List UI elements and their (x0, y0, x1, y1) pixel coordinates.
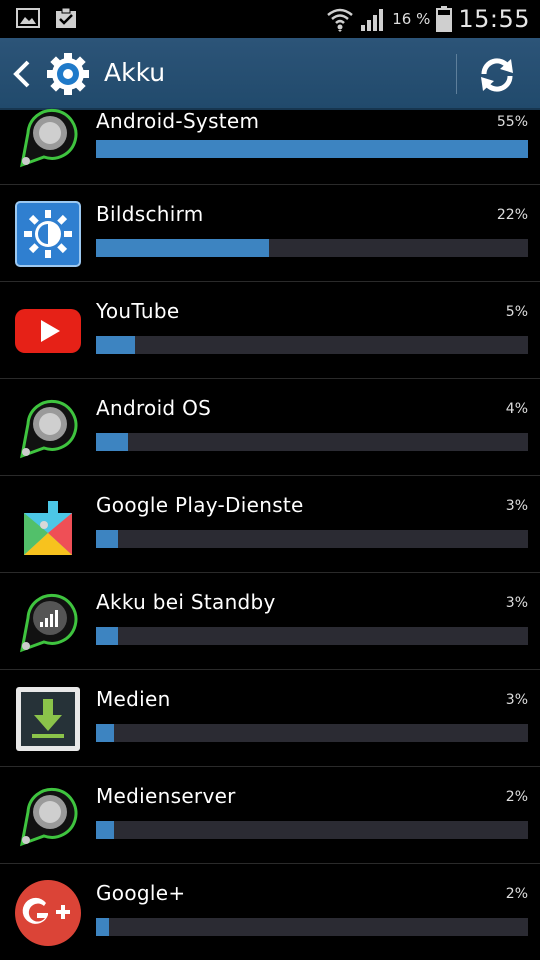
page-title: Akku (104, 58, 166, 87)
list-item[interactable]: Medienserver 2% (0, 767, 540, 864)
list-item[interactable]: Medien 3% (0, 670, 540, 767)
clipboard-check-icon (56, 7, 76, 28)
app-name: Bildschirm (96, 202, 204, 226)
usage-bar (96, 336, 528, 354)
status-bar: 16 % 15:55 (0, 0, 540, 38)
app-percent: 2% (505, 886, 528, 902)
app-percent: 3% (505, 498, 528, 514)
android-system-icon (20, 108, 78, 168)
app-percent: 55% (496, 114, 528, 130)
app-name: Google Play-Dienste (96, 493, 304, 517)
brightness-icon (15, 201, 81, 267)
list-item[interactable]: Android OS 4% (0, 379, 540, 476)
app-percent: 2% (505, 789, 528, 805)
app-name: Android OS (96, 396, 212, 420)
app-percent: 4% (505, 401, 528, 417)
usage-bar-fill (96, 627, 119, 645)
usage-bar-fill (96, 433, 128, 451)
usage-bar-fill (96, 140, 528, 158)
app-name: Android-System (96, 109, 260, 133)
back-chevron-icon[interactable] (8, 58, 36, 90)
list-item[interactable]: Akku bei Standby 3% (0, 573, 540, 670)
usage-bar (96, 821, 528, 839)
google-plus-icon (15, 880, 81, 946)
list-item[interactable]: Google+ 2% (0, 864, 540, 960)
signal-icon (361, 9, 384, 31)
usage-bar-fill (96, 724, 115, 742)
app-name: Akku bei Standby (96, 590, 276, 614)
usage-bar-fill (96, 821, 115, 839)
usage-bar (96, 140, 528, 158)
android-os-icon (20, 399, 78, 459)
wifi-icon (327, 8, 354, 32)
list-item[interactable]: Android-System 55% (0, 108, 540, 185)
usage-bar-fill (96, 239, 269, 257)
download-icon (16, 687, 80, 751)
app-name: Medienserver (96, 784, 236, 808)
battery-usage-list: Android-System 55% Bildschirm 22% YouTub… (0, 108, 540, 960)
usage-bar (96, 239, 528, 257)
action-bar: Akku (0, 38, 540, 110)
media-server-icon (20, 787, 78, 847)
usage-bar (96, 530, 528, 548)
youtube-icon (15, 309, 81, 353)
app-name: YouTube (96, 299, 180, 323)
google-play-services-icon (24, 501, 72, 555)
refresh-icon[interactable] (476, 54, 518, 96)
app-name: Google+ (96, 881, 186, 905)
standby-signal-icon (20, 593, 78, 653)
app-percent: 3% (505, 595, 528, 611)
app-percent: 3% (505, 692, 528, 708)
app-name: Medien (96, 687, 171, 711)
battery-percent: 16 % (392, 10, 431, 28)
clock: 15:55 (458, 5, 530, 33)
action-bar-divider (456, 54, 457, 94)
usage-bar (96, 627, 528, 645)
usage-bar (96, 918, 528, 936)
settings-gear-icon[interactable] (46, 52, 90, 96)
image-icon (16, 8, 40, 28)
battery-icon (436, 6, 453, 32)
usage-bar-fill (96, 336, 136, 354)
app-percent: 5% (505, 304, 528, 320)
usage-bar (96, 724, 528, 742)
list-item[interactable]: Google Play-Dienste 3% (0, 476, 540, 573)
list-item[interactable]: Bildschirm 22% (0, 185, 540, 282)
usage-bar-fill (96, 530, 119, 548)
list-item[interactable]: YouTube 5% (0, 282, 540, 379)
app-percent: 22% (496, 207, 528, 223)
usage-bar (96, 433, 528, 451)
usage-bar-fill (96, 918, 109, 936)
